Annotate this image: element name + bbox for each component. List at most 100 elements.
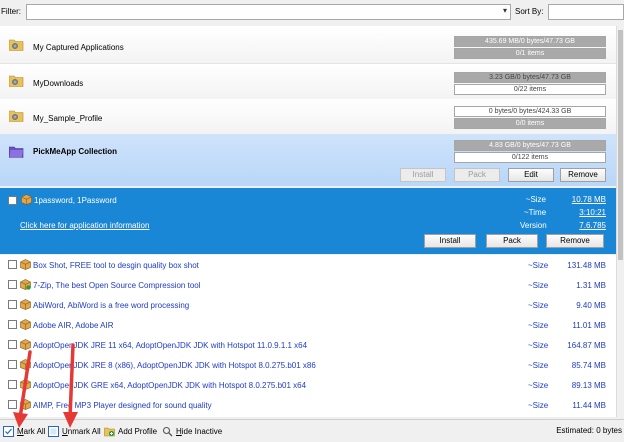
size-value: 11.44 MB <box>572 401 606 410</box>
filter-combobox[interactable]: ▾ <box>26 4 511 20</box>
item-name: Box Shot, FREE tool to desgin quality bo… <box>33 261 199 270</box>
profile-row-captured[interactable]: My Captured Applications 435.69 MB/0 byt… <box>0 28 616 64</box>
list-item[interactable]: 7-Zip, The best Open Source Compression … <box>0 275 616 295</box>
item-remove-button[interactable]: Remove <box>546 234 604 248</box>
hide-inactive-icon <box>162 426 173 437</box>
vertical-scrollbar[interactable] <box>616 26 624 417</box>
expanded-item[interactable]: 1password, 1Password Click here for appl… <box>0 188 616 254</box>
scrollbar-thumb[interactable] <box>618 30 623 260</box>
item-name: AdoptOpenJDK JRE 11 x64, AdoptOpenJDK JD… <box>33 341 308 350</box>
item-checkbox[interactable] <box>8 196 17 205</box>
profile-items-bar: 0/22 items <box>454 84 606 95</box>
hide-inactive-button[interactable]: Hide Inactive <box>162 425 222 438</box>
profile-name: My_Sample_Profile <box>33 114 103 123</box>
profile-list: My Captured Applications 435.69 MB/0 byt… <box>0 26 616 135</box>
mark-all-button[interactable]: Mark All <box>3 425 45 438</box>
collection-remove-button[interactable]: Remove <box>560 168 606 182</box>
add-profile-icon <box>104 427 115 437</box>
collection-pack-button[interactable]: Pack <box>454 168 500 182</box>
size-value: 85.74 MB <box>571 361 606 370</box>
size-key: ~Size <box>528 361 549 370</box>
item-name: 1password, 1Password <box>34 196 117 205</box>
sort-label: Sort By: <box>515 7 544 16</box>
chevron-down-icon[interactable]: ▾ <box>503 6 507 15</box>
package-icon <box>20 299 31 310</box>
package-icon <box>20 259 31 270</box>
filter-bar: Filter: ▾ Sort By: <box>0 0 624 24</box>
collection-edit-button[interactable]: Edit <box>508 168 554 182</box>
list-item[interactable]: AbiWord, AbiWord is a free word processi… <box>0 295 616 315</box>
profile-size-bar: 0 bytes/0 bytes/424.33 GB <box>454 106 606 117</box>
collection-row[interactable]: PickMeApp Collection 4.83 GB/0 bytes/47.… <box>0 134 616 186</box>
folder-gear-icon <box>9 39 24 51</box>
filter-label: Filter: <box>1 7 21 16</box>
size-value: 89.13 MB <box>571 381 606 390</box>
package-icon <box>20 319 31 330</box>
item-list: Box Shot, FREE tool to desgin quality bo… <box>0 255 616 417</box>
profile-row-downloads[interactable]: MyDownloads 3.23 GB/0 bytes/47.73 GB 0/2… <box>0 64 616 100</box>
list-item[interactable]: Adobe AIR, Adobe AIR ~Size 11.01 MB <box>0 315 616 335</box>
app-info-link[interactable]: Click here for application information <box>20 221 149 230</box>
profile-name: MyDownloads <box>33 79 84 88</box>
package-icon <box>20 339 31 350</box>
folder-gear-icon <box>9 75 24 87</box>
list-item[interactable]: AdoptOpenJDK GRE x64, AdoptOpenJDK JDK w… <box>0 375 616 395</box>
item-checkbox[interactable] <box>8 260 17 269</box>
bottom-toolbar: Mark All Unmark All Add Profile Hide Ina… <box>0 419 624 442</box>
profile-size-bar: 3.23 GB/0 bytes/47.73 GB <box>454 72 606 83</box>
package-icon <box>20 279 31 290</box>
size-key: ~Size <box>528 381 549 390</box>
version-value[interactable]: 7.6.785 <box>560 221 606 230</box>
profile-row-sample[interactable]: My_Sample_Profile 0 bytes/0 bytes/424.33… <box>0 99 616 135</box>
size-value[interactable]: 10.78 MB <box>560 195 606 204</box>
profile-size-bar: 435.69 MB/0 bytes/47.73 GB <box>454 36 606 47</box>
size-value: 9.40 MB <box>576 301 606 310</box>
package-icon <box>21 194 32 205</box>
size-value: 131.48 MB <box>567 261 606 270</box>
list-item[interactable]: AIMP, Free MP3 Player designed for sound… <box>0 395 616 415</box>
sort-combobox[interactable] <box>548 4 624 20</box>
size-value: 164.87 MB <box>567 341 606 350</box>
item-checkbox[interactable] <box>8 280 17 289</box>
item-checkbox[interactable] <box>8 360 17 369</box>
item-name: Adobe AIR, Adobe AIR <box>33 321 114 330</box>
package-icon <box>20 399 31 410</box>
item-checkbox[interactable] <box>8 340 17 349</box>
item-checkbox[interactable] <box>8 400 17 409</box>
time-key: ~Time <box>524 208 547 217</box>
unmark-all-button[interactable]: Unmark All <box>48 425 101 438</box>
item-name: 7-Zip, The best Open Source Compression … <box>33 281 201 290</box>
list-item[interactable]: AdoptOpenJDK JRE 8 (x86), AdoptOpenJDK J… <box>0 355 616 375</box>
list-item[interactable]: AdoptOpenJDK JRE 11 x64, AdoptOpenJDK JD… <box>0 335 616 355</box>
collection-name: PickMeApp Collection <box>33 147 118 156</box>
package-icon <box>20 379 31 390</box>
checkbox-checked-icon <box>3 426 14 437</box>
item-name: AIMP, Free MP3 Player designed for sound… <box>33 401 212 410</box>
collection-install-button[interactable]: Install <box>400 168 446 182</box>
item-name: AbiWord, AbiWord is a free word processi… <box>33 301 190 310</box>
size-key: ~Size <box>528 341 549 350</box>
size-value: 1.31 MB <box>576 281 606 290</box>
size-key: ~Size <box>528 401 549 410</box>
list-item[interactable]: Box Shot, FREE tool to desgin quality bo… <box>0 255 616 275</box>
collection-size-bar: 4.83 GB/0 bytes/47.73 GB <box>454 140 606 151</box>
add-profile-button[interactable]: Add Profile <box>104 425 157 438</box>
item-name: AdoptOpenJDK JRE 8 (x86), AdoptOpenJDK J… <box>33 361 316 370</box>
checkbox-empty-icon <box>48 426 59 437</box>
package-icon <box>20 359 31 370</box>
size-value: 11.01 MB <box>572 321 606 330</box>
version-key: Version <box>520 221 547 230</box>
size-key: ~Size <box>525 195 546 204</box>
time-value[interactable]: 3:10:21 <box>560 208 606 217</box>
item-checkbox[interactable] <box>8 380 17 389</box>
item-checkbox[interactable] <box>8 320 17 329</box>
item-install-button[interactable]: Install <box>424 234 476 248</box>
size-key: ~Size <box>528 321 549 330</box>
folder-gear-icon <box>9 110 24 122</box>
estimated-size: Estimated: 0 bytes <box>556 426 622 435</box>
size-key: ~Size <box>528 301 549 310</box>
item-pack-button[interactable]: Pack <box>486 234 538 248</box>
item-name: AdoptOpenJDK GRE x64, AdoptOpenJDK JDK w… <box>33 381 307 390</box>
item-checkbox[interactable] <box>8 300 17 309</box>
folder-purple-icon <box>9 146 24 158</box>
